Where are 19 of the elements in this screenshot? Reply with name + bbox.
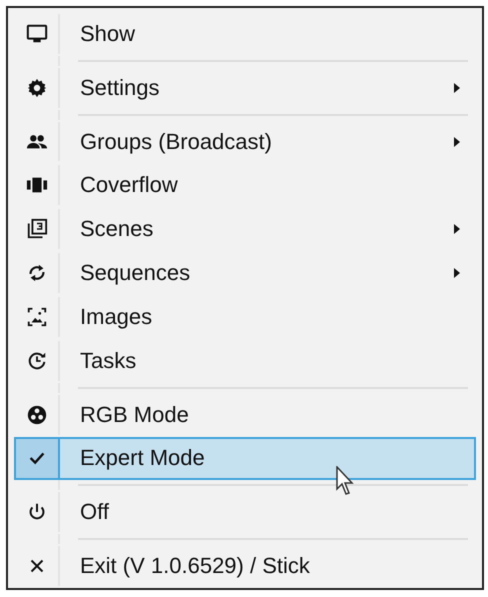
menu-item[interactable]: Coverflow — [14, 163, 476, 208]
gear-icon — [26, 76, 48, 99]
cursor-icon — [336, 466, 356, 496]
menu-item[interactable]: Images — [14, 295, 476, 339]
menu-item[interactable]: Settings — [14, 66, 476, 110]
clock-icon — [26, 350, 48, 372]
palette-icon — [26, 404, 48, 426]
menu-item[interactable]: Off — [14, 490, 476, 534]
menu-item[interactable]: Show — [14, 12, 476, 56]
menu-item[interactable]: Exit (V 1.0.6529) / Stick — [14, 544, 476, 588]
menu-item[interactable]: RGB Mode — [14, 392, 476, 436]
stacked-pages-icon — [26, 218, 48, 240]
menu-item[interactable]: Tasks — [14, 338, 476, 383]
menu-item[interactable]: Scenes — [14, 207, 476, 252]
menu-item[interactable]: Groups (Broadcast) — [14, 120, 476, 164]
menu-item[interactable]: Sequences — [14, 251, 476, 295]
monitor-icon — [26, 22, 48, 45]
menu-item[interactable]: Expert Mode — [14, 436, 476, 480]
image-icon — [26, 306, 48, 328]
